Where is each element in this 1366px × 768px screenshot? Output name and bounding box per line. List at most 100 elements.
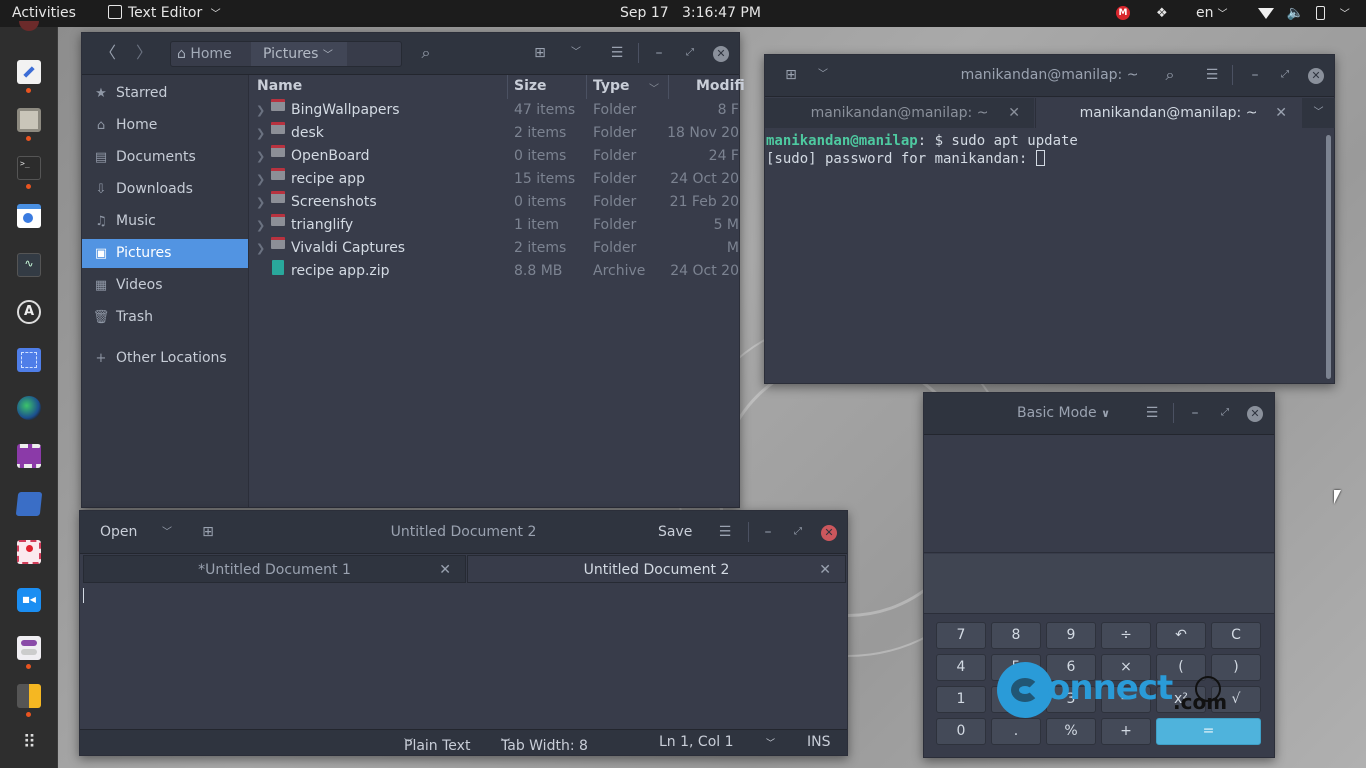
language-selector[interactable]: en ﹀ <box>1196 0 1228 27</box>
calc-key-divide[interactable]: ÷ <box>1101 622 1151 649</box>
maximize-icon[interactable]: ⤢ <box>680 43 700 63</box>
calc-key-decimal[interactable]: . <box>991 718 1041 745</box>
menu-icon[interactable]: ☰ <box>715 522 735 542</box>
calc-key-9[interactable]: 9 <box>1046 622 1096 649</box>
expander-icon[interactable]: ❯ <box>256 168 265 191</box>
maximize-icon[interactable]: ⤢ <box>1275 65 1295 85</box>
menu-icon[interactable]: ☰ <box>607 43 627 63</box>
dock-webcam-icon[interactable] <box>17 396 41 420</box>
close-icon[interactable]: ✕ <box>821 525 837 541</box>
view-options-chevron-icon[interactable]: ﹀ <box>566 43 586 63</box>
maximize-icon[interactable]: ⤢ <box>788 522 808 542</box>
file-row[interactable]: ❯ recipe app 15 items Folder 24 Oct 20 <box>250 168 739 191</box>
dock-terminal-icon[interactable]: >_ <box>17 156 41 180</box>
calc-key-2[interactable]: 2 <box>991 686 1041 713</box>
expander-icon[interactable]: ❯ <box>256 237 265 260</box>
language-selector[interactable]: Plain Text ﹀ <box>404 734 470 754</box>
calc-key-4[interactable]: 4 <box>936 654 986 681</box>
column-name[interactable]: Name <box>257 78 302 94</box>
file-row[interactable]: ❯ Screenshots 0 items Folder 21 Feb 20 <box>250 191 739 214</box>
maximize-icon[interactable]: ⤢ <box>1215 403 1235 423</box>
editor-tab-active[interactable]: Untitled Document 2 ✕ <box>467 555 846 583</box>
show-applications-icon[interactable]: ⠿ <box>17 732 41 756</box>
menu-icon[interactable]: ☰ <box>1202 65 1222 85</box>
dock-tweaks-icon[interactable] <box>17 636 41 660</box>
dock-remote-desktop-icon[interactable] <box>15 492 43 516</box>
sidebar-item-starred[interactable]: ★ Starred <box>82 79 248 108</box>
dock-video-editor-icon[interactable] <box>17 444 41 468</box>
expander-icon[interactable]: ❯ <box>256 191 265 214</box>
sidebar-item-other-locations[interactable]: + Other Locations <box>82 344 248 373</box>
column-size[interactable]: Size <box>514 78 547 94</box>
calc-key-percent[interactable]: % <box>1046 718 1096 745</box>
close-tab-icon[interactable]: ✕ <box>1008 98 1020 128</box>
terminal-tab-active[interactable]: manikandan@manilap: ~ ✕ <box>1035 98 1301 128</box>
app-menu[interactable]: Text Editor ﹀ <box>108 0 221 27</box>
terminal-output[interactable]: manikandan@manilap: $ sudo apt update [s… <box>765 129 1324 383</box>
calc-key-5[interactable]: 5 <box>991 654 1041 681</box>
close-tab-icon[interactable]: ✕ <box>819 556 831 584</box>
terminal-tab[interactable]: manikandan@manilap: ~ ✕ <box>765 98 1034 128</box>
file-row[interactable]: ❯ OpenBoard 0 items Folder 24 F <box>250 145 739 168</box>
mega-tray[interactable]: M <box>1116 0 1130 27</box>
calc-key-6[interactable]: 6 <box>1046 654 1096 681</box>
clock[interactable]: Sep 17 3:16:47 PM <box>620 0 761 27</box>
calc-key-clear[interactable]: C <box>1211 622 1261 649</box>
file-row[interactable]: ❯ trianglify 1 item Folder 5 M <box>250 214 739 237</box>
calc-key-open-paren[interactable]: ( <box>1156 654 1206 681</box>
minimize-icon[interactable]: – <box>1245 65 1265 85</box>
file-row[interactable]: ❯ desk 2 items Folder 18 Nov 20 <box>250 122 739 145</box>
close-tab-icon[interactable]: ✕ <box>1275 98 1287 128</box>
position-chevron-icon[interactable]: ﹀ <box>766 736 775 749</box>
sidebar-item-videos[interactable]: ▦ Videos <box>82 271 248 300</box>
sidebar-item-trash[interactable]: 🗑 Trash <box>82 303 248 332</box>
close-icon[interactable]: ✕ <box>1308 68 1324 84</box>
search-icon[interactable]: ⌕ <box>1160 65 1180 85</box>
dropbox-tray[interactable]: ❖ <box>1156 0 1168 27</box>
sidebar-item-pictures[interactable]: ▣ Pictures <box>82 239 248 268</box>
cursor-position[interactable]: Ln 1, Col 1 <box>659 734 734 750</box>
minimize-icon[interactable]: – <box>1185 403 1205 423</box>
calc-key-close-paren[interactable]: ) <box>1211 654 1261 681</box>
dock-text-editor-icon[interactable] <box>17 60 41 84</box>
terminal-scrollbar[interactable] <box>1326 135 1331 379</box>
calc-key-0[interactable]: 0 <box>936 718 986 745</box>
sidebar-item-music[interactable]: ♫ Music <box>82 207 248 236</box>
tab-width-selector[interactable]: Tab Width: 8 ﹀ <box>501 734 588 754</box>
grid-view-icon[interactable]: ⊞ <box>530 43 550 63</box>
file-row[interactable]: ❯ BingWallpapers 47 items Folder 8 F <box>250 99 739 122</box>
expander-icon[interactable]: ❯ <box>256 145 265 168</box>
dock-system-monitor-icon[interactable]: ∿ <box>17 253 41 277</box>
expander-icon[interactable]: ❯ <box>256 99 265 122</box>
column-type[interactable]: Type <box>593 78 630 94</box>
sidebar-item-downloads[interactable]: ⇩ Downloads <box>82 175 248 204</box>
dock-zoom-icon[interactable]: ■◀ <box>17 588 41 612</box>
calc-key-undo[interactable]: ↶ <box>1156 622 1206 649</box>
calc-key-3[interactable]: 3 <box>1046 686 1096 713</box>
editor-tab[interactable]: *Untitled Document 1 ✕ <box>83 555 466 583</box>
forward-icon[interactable]: 〉 <box>134 43 154 63</box>
calc-key-8[interactable]: 8 <box>991 622 1041 649</box>
calc-key-1[interactable]: 1 <box>936 686 986 713</box>
dock-software-icon[interactable] <box>17 204 41 228</box>
column-modified[interactable]: Modifi <box>696 78 745 94</box>
menu-icon[interactable]: ☰ <box>1142 403 1162 423</box>
mode-selector[interactable]: Basic Mode ∨ <box>1017 405 1110 421</box>
sidebar-item-documents[interactable]: ▤ Documents <box>82 143 248 172</box>
editor-text-area[interactable] <box>80 584 847 728</box>
dock-item-partial[interactable] <box>19 21 39 31</box>
calc-key-square-root[interactable]: √ <box>1211 686 1261 713</box>
expander-icon[interactable]: ❯ <box>256 214 265 237</box>
minimize-icon[interactable]: – <box>649 43 669 63</box>
file-row[interactable]: ❯ Vivaldi Captures 2 items Folder M <box>250 237 739 260</box>
search-icon[interactable]: ⌕ <box>416 43 436 63</box>
close-icon[interactable]: ✕ <box>713 46 729 62</box>
calc-key-multiply[interactable]: × <box>1101 654 1151 681</box>
calc-key-equals[interactable]: = <box>1156 718 1261 745</box>
calc-key-7[interactable]: 7 <box>936 622 986 649</box>
calc-key-add[interactable]: + <box>1101 718 1151 745</box>
close-tab-icon[interactable]: ✕ <box>439 556 451 584</box>
path-home[interactable]: ⌂ Home <box>177 42 232 66</box>
path-pictures[interactable]: Pictures ﹀ <box>251 42 347 66</box>
dock-app-center-icon[interactable]: A <box>17 300 41 324</box>
